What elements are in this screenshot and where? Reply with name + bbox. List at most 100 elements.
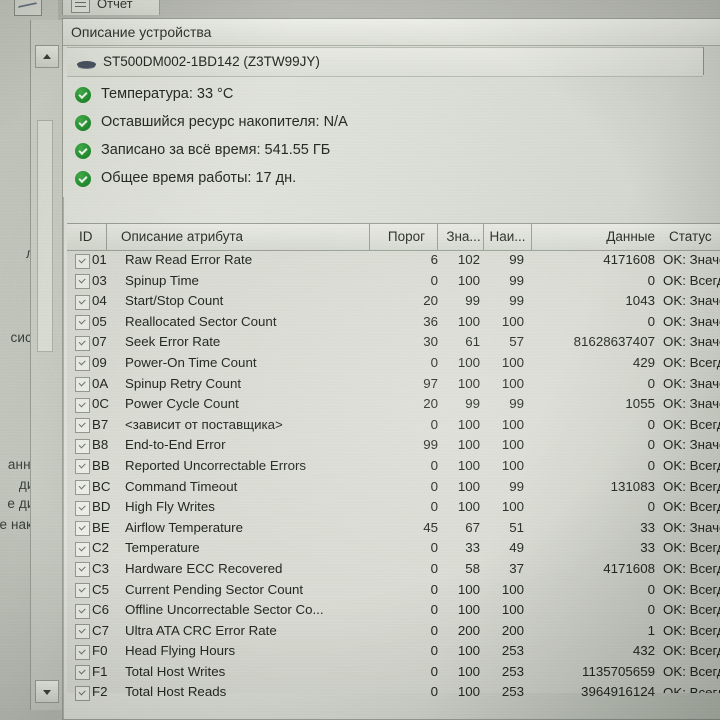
row-checkbox[interactable]	[75, 459, 90, 475]
scroll-up-arrow-icon[interactable]	[35, 45, 59, 68]
column-header[interactable]: Описание атрибута	[115, 224, 370, 250]
row-checkbox[interactable]	[75, 335, 90, 351]
cell-id: 04	[92, 293, 107, 309]
table-row[interactable]: 0C Power Cycle Count 20 99 99 1055	[67, 394, 720, 415]
status-line-label: Общее время работы: 17 дн.	[101, 170, 297, 186]
cell-value: 99	[465, 293, 480, 309]
cell-value: 100	[457, 663, 480, 679]
tab-report[interactable]: Отчет	[62, 0, 160, 15]
cell-worst: 100	[501, 354, 524, 370]
cell-worst: 100	[501, 581, 524, 597]
page-title: Описание устройства	[71, 24, 212, 40]
cell-id: C7	[92, 622, 109, 638]
column-header[interactable]: Порог	[376, 224, 438, 250]
row-checkbox[interactable]	[75, 521, 90, 537]
row-checkbox[interactable]	[75, 253, 90, 269]
cell-data: 81628637407	[573, 334, 655, 350]
cell-worst: 253	[501, 663, 524, 679]
row-checkbox[interactable]	[75, 315, 90, 331]
cell-status: OK: Всегда пройдено	[663, 499, 720, 515]
hard-disk-icon	[77, 60, 96, 69]
cell-name: Power Cycle Count	[125, 396, 239, 412]
row-checkbox[interactable]	[75, 562, 90, 578]
table-row[interactable]: C5 Current Pending Sector Count 0 100 100 0	[67, 580, 720, 601]
row-checkbox[interactable]	[75, 541, 90, 557]
row-checkbox[interactable]	[75, 418, 90, 434]
cell-id: 05	[92, 313, 107, 329]
row-checkbox[interactable]	[75, 665, 90, 681]
cell-value: 100	[457, 416, 480, 432]
scroll-down-arrow-icon[interactable]	[35, 680, 59, 703]
column-header[interactable]: Зна...	[444, 224, 484, 250]
table-row[interactable]: C2 Temperature 0 33 49 33	[67, 538, 720, 559]
cell-name: Ultra ATA CRC Error Rate	[125, 622, 277, 638]
row-checkbox[interactable]	[75, 603, 90, 619]
cell-worst: 100	[501, 437, 524, 453]
table-row[interactable]: B7 <зависит от поставщика> 0 100 100 0	[67, 415, 720, 436]
cell-data: 0	[647, 272, 655, 288]
ok-check-icon	[75, 87, 91, 103]
cell-status: OK: Всегда пройдено	[663, 458, 720, 473]
cell-id: 07	[92, 334, 107, 350]
table-row[interactable]: BB Reported Uncorrectable Errors 0 100 100 0	[67, 456, 720, 477]
device-row-divider	[703, 47, 704, 75]
scrollbar-track[interactable]	[37, 120, 53, 352]
row-checkbox[interactable]	[75, 685, 90, 701]
row-checkbox[interactable]	[75, 500, 90, 516]
table-row[interactable]: 01 Raw Read Error Rate 6 102 99 4171608	[67, 250, 720, 271]
cell-name: Offline Uncorrectable Sector Co...	[125, 602, 324, 618]
row-checkbox[interactable]	[75, 356, 90, 372]
row-checkbox[interactable]	[75, 644, 90, 660]
table-row[interactable]: 04 Start/Stop Count 20 99 99 1043	[67, 291, 720, 312]
table-row[interactable]: 0A Spinup Retry Count 97 100 100 0	[67, 374, 720, 395]
cell-name: Current Pending Sector Count	[125, 581, 304, 597]
table-row[interactable]: F2 Total Host Reads 0 100 253 3964916124	[67, 682, 720, 703]
device-row[interactable]: ST500DM002-1BD142 (Z3TW99JY)	[67, 47, 703, 77]
column-header[interactable]: ID	[73, 224, 107, 250]
cell-threshold: 0	[430, 622, 438, 638]
column-header[interactable]: Данные	[532, 224, 659, 250]
table-row[interactable]: 09 Power-On Time Count 0 100 100 429	[67, 353, 720, 374]
row-checkbox[interactable]	[75, 377, 90, 393]
row-checkbox[interactable]	[75, 583, 90, 598]
cell-id: BB	[92, 457, 110, 473]
table-row[interactable]: 03 Spinup Time 0 100 99 0	[67, 271, 720, 292]
cell-worst: 99	[509, 478, 524, 494]
cell-name: End-to-End Error	[125, 437, 226, 453]
table-row[interactable]: BC Command Timeout 0 100 99 131083	[67, 477, 720, 498]
cell-status: OK: Всегда пройдено	[663, 478, 720, 494]
cell-value: 58	[465, 560, 480, 576]
table-row[interactable]: F0 Head Flying Hours 0 100 253 432	[67, 641, 720, 662]
row-checkbox[interactable]	[75, 274, 90, 290]
table-row[interactable]: 05 Reallocated Sector Count 36 100 100 0	[67, 312, 720, 333]
cell-name: <зависит от поставщика>	[125, 416, 283, 432]
column-header[interactable]: Наи...	[484, 224, 532, 250]
cell-data: 0	[647, 437, 655, 453]
table-row[interactable]: F1 Total Host Writes 0 100 253 1135705659	[67, 662, 720, 683]
table-row[interactable]: BE Airflow Temperature 45 67 51 33	[67, 518, 720, 539]
cell-threshold: 45	[423, 519, 438, 535]
table-row[interactable]: C7 Ultra ATA CRC Error Rate 0 200 200 1	[67, 621, 720, 642]
table-row[interactable]: C3 Hardware ECC Recovered 0 58 37 4171608	[67, 559, 720, 580]
cell-threshold: 0	[430, 457, 438, 473]
table-row[interactable]: BD High Fly Writes 0 100 100 0	[67, 497, 720, 518]
cell-status: OK: Всегда пройдено	[663, 684, 720, 693]
cell-data: 33	[640, 540, 655, 556]
row-checkbox[interactable]	[75, 294, 90, 310]
cell-name: Total Host Reads	[125, 684, 227, 700]
table-row[interactable]: C6 Offline Uncorrectable Sector Co... 0 100…	[67, 600, 720, 621]
cell-threshold: 20	[423, 293, 438, 309]
row-checkbox[interactable]	[75, 397, 90, 413]
row-checkbox[interactable]	[75, 624, 90, 640]
cell-threshold: 0	[430, 663, 438, 679]
cell-threshold: 0	[430, 499, 438, 515]
cell-threshold: 0	[430, 643, 438, 659]
cell-id: BC	[92, 478, 111, 494]
cell-name: Total Host Writes	[125, 663, 226, 679]
row-checkbox[interactable]	[75, 480, 90, 496]
table-row[interactable]: 07 Seek Error Rate 30 61 57 81628637407	[67, 332, 720, 353]
cell-value: 100	[457, 499, 480, 515]
row-checkbox[interactable]	[75, 438, 90, 454]
table-row[interactable]: B8 End-to-End Error 99 100 100 0	[67, 435, 720, 456]
smart-attributes-table: ID Описание атрибута Порог Зна... Наи... Данн…	[63, 197, 720, 719]
